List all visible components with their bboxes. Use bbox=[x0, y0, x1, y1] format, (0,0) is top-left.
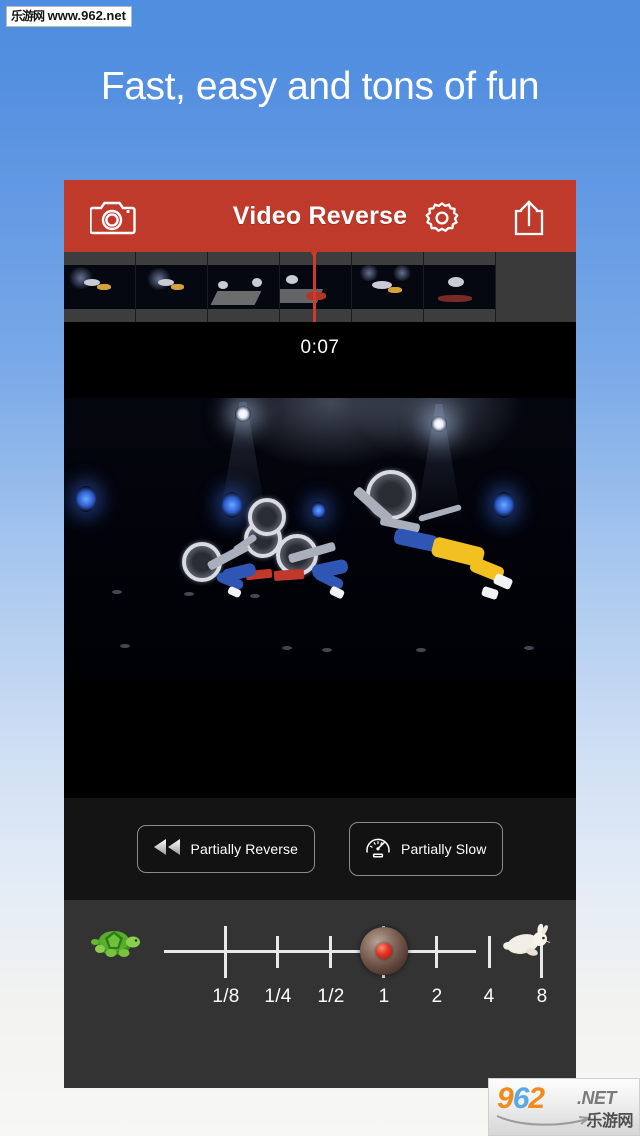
watermark-top-left: 乐游网 www.962.net bbox=[6, 6, 132, 27]
filmstrip-frame[interactable] bbox=[352, 252, 424, 322]
filmstrip-frame[interactable] bbox=[64, 252, 136, 322]
slider-tick bbox=[224, 926, 227, 978]
logo-digit-2: 2 bbox=[528, 1082, 545, 1115]
slider-tick bbox=[329, 936, 332, 968]
app-screen: Video Reverse 0:07 Partially Reverse Par… bbox=[64, 180, 576, 1088]
logo-swoosh-icon bbox=[496, 1115, 591, 1126]
logo-digit-6: 6 bbox=[512, 1082, 530, 1115]
stage-light bbox=[312, 502, 325, 519]
speed-slider-track[interactable] bbox=[164, 950, 476, 953]
logo-tld: .NET bbox=[577, 1088, 617, 1108]
partially-reverse-label: Partially Reverse bbox=[190, 840, 299, 857]
filmstrip-empty-area bbox=[496, 252, 576, 322]
spotlight bbox=[431, 416, 447, 432]
slider-tick-label: 1/2 bbox=[317, 986, 345, 1007]
slider-tick bbox=[276, 936, 279, 968]
filmstrip-frame[interactable] bbox=[136, 252, 208, 322]
logo-digit-9: 9 bbox=[497, 1082, 514, 1115]
spotlight bbox=[235, 406, 251, 422]
filmstrip-timeline[interactable] bbox=[64, 252, 576, 322]
slider-tick-label: 1/8 bbox=[212, 986, 240, 1007]
slider-tick-label: 1/4 bbox=[264, 986, 292, 1007]
filmstrip-frame[interactable] bbox=[280, 252, 352, 322]
promo-headline: Fast, easy and tons of fun bbox=[100, 65, 540, 108]
slider-tick-label: 8 bbox=[536, 986, 548, 1007]
playhead-marker[interactable] bbox=[300, 252, 328, 322]
partially-slow-button[interactable]: Partially Slow bbox=[349, 822, 504, 876]
app-header: Video Reverse bbox=[64, 180, 576, 252]
app-title: Video Reverse bbox=[232, 202, 408, 230]
stage-light bbox=[76, 486, 96, 512]
speed-slider-panel: 1/8 1/4 1/2 1 2 4 8 bbox=[64, 900, 576, 1088]
watermark-bottom-right: 962 .NET 乐游网 bbox=[488, 1078, 640, 1136]
partially-slow-label: Partially Slow bbox=[401, 840, 487, 857]
partially-reverse-button[interactable]: Partially Reverse bbox=[136, 825, 316, 873]
turtle-icon bbox=[86, 922, 146, 967]
speedometer-icon bbox=[364, 834, 392, 864]
filmstrip-frame[interactable] bbox=[208, 252, 280, 322]
slider-tick-label: 1 bbox=[378, 986, 390, 1007]
slider-tick bbox=[435, 936, 438, 968]
rabbit-icon bbox=[496, 922, 556, 967]
video-frame bbox=[64, 398, 576, 678]
slider-tick-label: 4 bbox=[483, 986, 495, 1007]
slider-tick-label: 2 bbox=[431, 986, 443, 1007]
watermark-url: www.962.net bbox=[47, 8, 126, 23]
watermark-site-name-cn: 乐游网 bbox=[11, 9, 45, 23]
rewind-icon bbox=[152, 837, 182, 861]
mode-button-row: Partially Reverse Partially Slow bbox=[64, 798, 576, 900]
gear-icon[interactable] bbox=[424, 200, 460, 241]
stage-light bbox=[494, 492, 514, 518]
stage-light bbox=[222, 492, 242, 518]
video-preview-stage[interactable]: 0:07 bbox=[64, 322, 576, 798]
timecode-label: 0:07 bbox=[300, 337, 340, 358]
logo-site-name-cn: 乐游网 bbox=[586, 1113, 633, 1130]
watermark-logo-digits: 962 bbox=[497, 1082, 545, 1115]
share-icon[interactable] bbox=[512, 199, 546, 242]
filmstrip-frame[interactable] bbox=[424, 252, 496, 322]
slider-tick bbox=[488, 936, 491, 968]
playhead-triangle-icon bbox=[300, 252, 328, 258]
speed-slider-knob[interactable] bbox=[360, 927, 408, 975]
